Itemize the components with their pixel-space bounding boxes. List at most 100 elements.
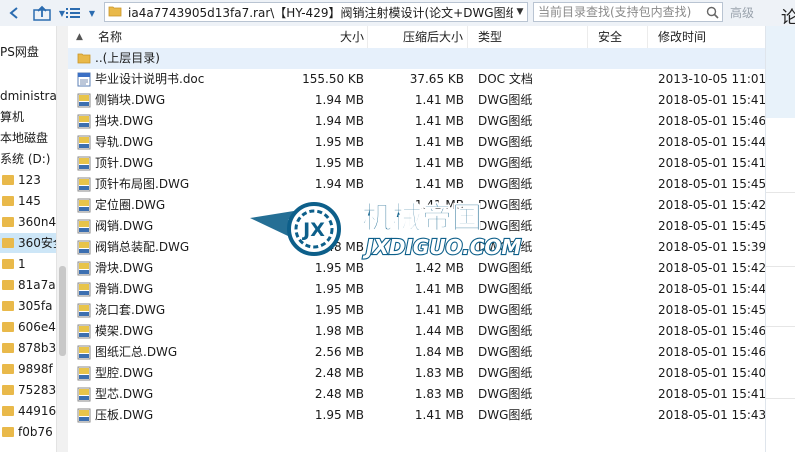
file-row[interactable]: 模架.DWG 1.98 MB 1.44 MB DWG图纸 2018-05-01 15:4… — [68, 321, 765, 342]
file-row[interactable]: 浇口套.DWG 1.95 MB 1.41 MB DWG图纸 2018-05-01 15:… — [68, 300, 765, 321]
file-row[interactable]: 定位圈.DWG 1.41 MB DWG图纸 2018-05-01 15:42: — [68, 195, 765, 216]
tree-item[interactable]: 本地磁盘 — [0, 128, 56, 148]
folder-icon — [2, 385, 14, 395]
folder-icon — [108, 5, 124, 20]
folder-icon — [2, 322, 14, 332]
tree-item-label: 145 — [18, 194, 41, 208]
col-size[interactable]: 大小 — [268, 26, 368, 48]
tree-item-label: 1 — [18, 257, 26, 271]
file-row[interactable]: 压板.DWG 1.95 MB 1.41 MB DWG图纸 2018-05-01 15:4… — [68, 405, 765, 426]
file-compressed-size — [368, 237, 464, 258]
file-row[interactable]: 型芯.DWG 2.48 MB 1.83 MB DWG图纸 2018-05-01 15:4… — [68, 384, 765, 405]
tree-item[interactable]: 系统 (D:) — [0, 149, 56, 169]
dwg-file-icon — [77, 324, 91, 339]
file-modified: 2018-05-01 15:45: — [658, 303, 765, 317]
back-arrow-icon[interactable] — [2, 2, 26, 24]
tree-item-label: 305fa — [18, 299, 53, 313]
tree-item[interactable]: f0b76 — [0, 422, 56, 442]
file-type: DWG图纸 — [478, 156, 533, 170]
folder-icon — [2, 364, 14, 374]
file-row[interactable]: 阀销总装配.DWG 2.48 MB DWG图纸 2018-05-01 15:39: — [68, 237, 765, 258]
doc-file-icon — [77, 72, 91, 87]
file-type: DOC 文档 — [478, 72, 533, 86]
address-bar[interactable]: ia4a7743905d13fa7.rar\【HY-429】阀销注射模设计(论文… — [104, 2, 528, 22]
file-type: DWG图纸 — [478, 240, 533, 254]
dwg-file-icon — [77, 261, 91, 276]
up-directory-label: ..(上层目录) — [95, 51, 160, 65]
file-row[interactable]: 滑块.DWG 1.95 MB 1.42 MB DWG图纸 2018-05-01 15:4… — [68, 258, 765, 279]
view-list-icon[interactable] — [62, 2, 84, 24]
file-type: DWG图纸 — [478, 408, 533, 422]
tree-item[interactable]: 81a7a — [0, 275, 56, 295]
file-size: 2.56 MB — [314, 345, 364, 359]
file-compressed-size: 1.41 MB — [414, 135, 464, 149]
view-dropdown-icon[interactable]: ▼ — [86, 2, 98, 24]
sort-arrow-icon: ▲ — [76, 32, 83, 42]
col-modified[interactable]: 修改时间 — [648, 26, 765, 48]
tree-item[interactable]: 360安全 — [0, 233, 56, 253]
file-size: 2.48 MB — [314, 240, 364, 254]
file-size: 1.95 MB — [314, 135, 364, 149]
tree-scrollbar[interactable] — [56, 26, 68, 452]
up-directory-row[interactable]: ..(上层目录) — [68, 48, 765, 69]
address-dropdown-icon[interactable]: ▼ — [513, 7, 527, 17]
search-input[interactable] — [534, 5, 703, 19]
file-modified: 2018-05-01 15:41: — [658, 93, 765, 107]
scrollbar-thumb[interactable] — [59, 266, 66, 356]
tree-item[interactable]: 算机 — [0, 107, 56, 127]
folder-icon — [77, 51, 91, 66]
tree-item[interactable]: 145 — [0, 191, 56, 211]
file-type: DWG图纸 — [478, 345, 533, 359]
file-row[interactable]: 侧销块.DWG 1.94 MB 1.41 MB DWG图纸 2018-05-01 15:… — [68, 90, 765, 111]
file-row[interactable]: 挡块.DWG 1.94 MB 1.41 MB DWG图纸 2018-05-01 15:4… — [68, 111, 765, 132]
dwg-file-icon — [77, 345, 91, 360]
tree-item-label: 算机 — [0, 110, 25, 124]
tree-item[interactable]: 44916 — [0, 401, 56, 421]
tree-item[interactable]: PS网盘 — [0, 42, 56, 62]
search-icon[interactable] — [702, 6, 722, 19]
file-row[interactable]: 顶针布局图.DWG 1.94 MB 1.41 MB DWG图纸 2018-05-01 1… — [68, 174, 765, 195]
file-size: 1.95 MB — [314, 156, 364, 170]
file-size: 1.98 MB — [314, 324, 364, 338]
file-type: DWG图纸 — [478, 177, 533, 191]
tree-item-label: dministrat — [0, 89, 57, 103]
file-compressed-size: 1.83 MB — [414, 387, 464, 401]
file-row[interactable]: 图纸汇总.DWG 2.56 MB 1.84 MB DWG图纸 2018-05-01 15… — [68, 342, 765, 363]
tree-item-label: 81a7a — [18, 278, 56, 292]
tree-item[interactable]: 9898f — [0, 359, 56, 379]
file-modified: 2018-05-01 15:42: — [658, 261, 765, 275]
file-row[interactable]: 型腔.DWG 2.48 MB 1.83 MB DWG图纸 2018-05-01 15:4… — [68, 363, 765, 384]
col-security[interactable]: 安全 — [588, 26, 648, 48]
tree-item[interactable]: 606e4 — [0, 317, 56, 337]
file-row[interactable]: 顶针.DWG 1.95 MB 1.41 MB DWG图纸 2018-05-01 15:4… — [68, 153, 765, 174]
col-compressed[interactable]: 压缩后大小 — [368, 26, 468, 48]
tree-item[interactable]: 305fa — [0, 296, 56, 316]
file-row[interactable]: 滑销.DWG 1.95 MB 1.41 MB DWG图纸 2018-05-01 15:4… — [68, 279, 765, 300]
file-type: DWG图纸 — [478, 282, 533, 296]
file-size: 1.94 MB — [314, 93, 364, 107]
file-modified: 2018-05-01 15:44: — [658, 282, 765, 296]
file-size: 1.95 MB — [314, 408, 364, 422]
file-type: DWG图纸 — [478, 198, 533, 212]
up-folder-icon[interactable] — [30, 2, 54, 24]
tree-item[interactable]: 878b3 — [0, 338, 56, 358]
file-modified: 2018-05-01 15:44: — [658, 135, 765, 149]
tree-item-label: 本地磁盘 — [0, 131, 49, 145]
tree-item-label: 360安全 — [18, 236, 56, 250]
tree-item[interactable]: 360n4s — [0, 212, 56, 232]
file-row[interactable]: 阀销.DWG DWG图纸 2018-05-01 15:45: — [68, 216, 765, 237]
folder-icon — [2, 427, 14, 437]
tree-item[interactable]: 75283 — [0, 380, 56, 400]
file-modified: 2018-05-01 15:45: — [658, 177, 765, 191]
col-type[interactable]: 类型 — [468, 26, 588, 48]
file-compressed-size: 1.41 MB — [414, 303, 464, 317]
advanced-search-link[interactable]: 高级 — [730, 4, 754, 21]
file-row[interactable]: 毕业设计说明书.doc 155.50 KB 37.65 KB DOC 文档 2013-1… — [68, 69, 765, 90]
file-compressed-size: 1.41 MB — [414, 177, 464, 191]
file-row[interactable]: 导轨.DWG 1.95 MB 1.41 MB DWG图纸 2018-05-01 15:4… — [68, 132, 765, 153]
file-compressed-size: 1.41 MB — [414, 93, 464, 107]
tree-item[interactable]: 123 — [0, 170, 56, 190]
search-box[interactable] — [533, 2, 723, 22]
tree-item[interactable]: 1 — [0, 254, 56, 274]
tree-item[interactable]: dministrat — [0, 86, 56, 106]
